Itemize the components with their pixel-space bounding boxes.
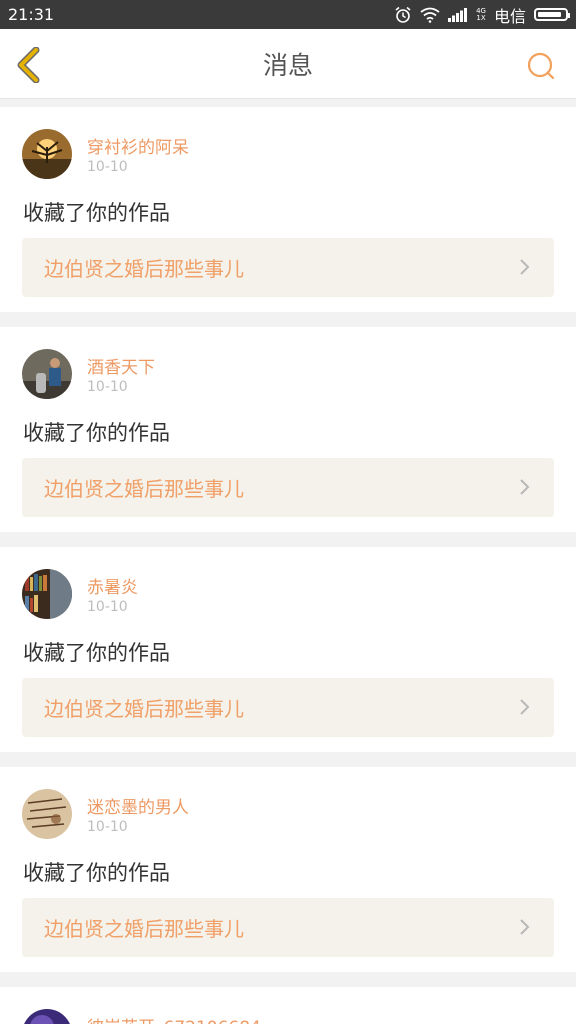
avatar[interactable] xyxy=(22,129,72,179)
message-card: 赤暑炎 10-10 收藏了你的作品 边伯贤之婚后那些事儿 xyxy=(0,547,576,752)
user-name[interactable]: 酒香天下 xyxy=(87,353,155,378)
alarm-icon xyxy=(395,6,411,23)
work-title: 边伯贤之婚后那些事儿 xyxy=(44,257,244,281)
user-name[interactable]: 彼岸花开_672106684 xyxy=(87,1013,261,1024)
chevron-right-icon xyxy=(520,479,530,495)
status-bar: 21:31 4G 1X 电信 xyxy=(0,0,576,29)
chevron-right-icon xyxy=(520,699,530,715)
page-title: 消息 xyxy=(262,50,313,80)
battery-icon xyxy=(534,8,570,21)
message-text: 收藏了你的作品 xyxy=(23,201,170,225)
work-link[interactable]: 边伯贤之婚后那些事儿 xyxy=(22,238,554,297)
galaxy-avatar-icon xyxy=(22,1009,72,1024)
network-type: 4G 1X xyxy=(476,6,486,22)
work-link[interactable]: 边伯贤之婚后那些事儿 xyxy=(22,678,554,737)
carrier-label: 电信 xyxy=(493,6,526,26)
person-avatar-icon xyxy=(22,349,72,399)
message-date: 10-10 xyxy=(87,599,128,615)
avatar[interactable] xyxy=(22,789,72,839)
message-text: 收藏了你的作品 xyxy=(23,861,170,885)
message-text: 收藏了你的作品 xyxy=(23,421,170,445)
battery-fill xyxy=(538,12,562,17)
work-title: 边伯贤之婚后那些事儿 xyxy=(44,697,244,721)
avatar[interactable] xyxy=(22,569,72,619)
message-date: 10-10 xyxy=(87,159,128,175)
back-button[interactable] xyxy=(10,47,46,83)
message-list: 穿衬衫的阿呆 10-10 收藏了你的作品 边伯贤之婚后那些事儿 酒香天下 10-… xyxy=(0,107,576,1024)
nav-bar: 消息 xyxy=(0,29,576,99)
message-text: 收藏了你的作品 xyxy=(23,641,170,665)
search-icon xyxy=(527,52,555,80)
work-title: 边伯贤之婚后那些事儿 xyxy=(44,477,244,501)
status-time: 21:31 xyxy=(8,5,55,24)
message-date: 10-10 xyxy=(87,819,128,835)
message-card: 迷恋墨的男人 10-10 收藏了你的作品 边伯贤之婚后那些事儿 xyxy=(0,767,576,972)
tree-sunset-avatar-icon xyxy=(22,129,72,179)
user-name[interactable]: 赤暑炎 xyxy=(87,573,138,598)
chevron-left-icon xyxy=(17,47,40,83)
chevron-right-icon xyxy=(520,919,530,935)
work-title: 边伯贤之婚后那些事儿 xyxy=(44,917,244,941)
user-name[interactable]: 迷恋墨的男人 xyxy=(87,793,189,818)
message-card: 彼岸花开_672106684 xyxy=(0,987,576,1024)
message-card: 穿衬衫的阿呆 10-10 收藏了你的作品 边伯贤之婚后那些事儿 xyxy=(0,107,576,312)
chevron-right-icon xyxy=(520,259,530,275)
avatar[interactable] xyxy=(22,349,72,399)
work-link[interactable]: 边伯贤之婚后那些事儿 xyxy=(22,898,554,957)
user-name[interactable]: 穿衬衫的阿呆 xyxy=(87,133,189,158)
message-date: 10-10 xyxy=(87,379,128,395)
status-icons: 4G 1X 电信 xyxy=(394,3,570,27)
bookshelf-avatar-icon xyxy=(22,569,72,619)
message-card: 酒香天下 10-10 收藏了你的作品 边伯贤之婚后那些事儿 xyxy=(0,327,576,532)
signal-icon xyxy=(448,7,468,22)
work-link[interactable]: 边伯贤之婚后那些事儿 xyxy=(22,458,554,517)
wifi-icon xyxy=(420,7,440,23)
search-button[interactable] xyxy=(524,49,558,83)
avatar[interactable] xyxy=(22,1009,72,1024)
old-paper-avatar-icon xyxy=(22,789,72,839)
